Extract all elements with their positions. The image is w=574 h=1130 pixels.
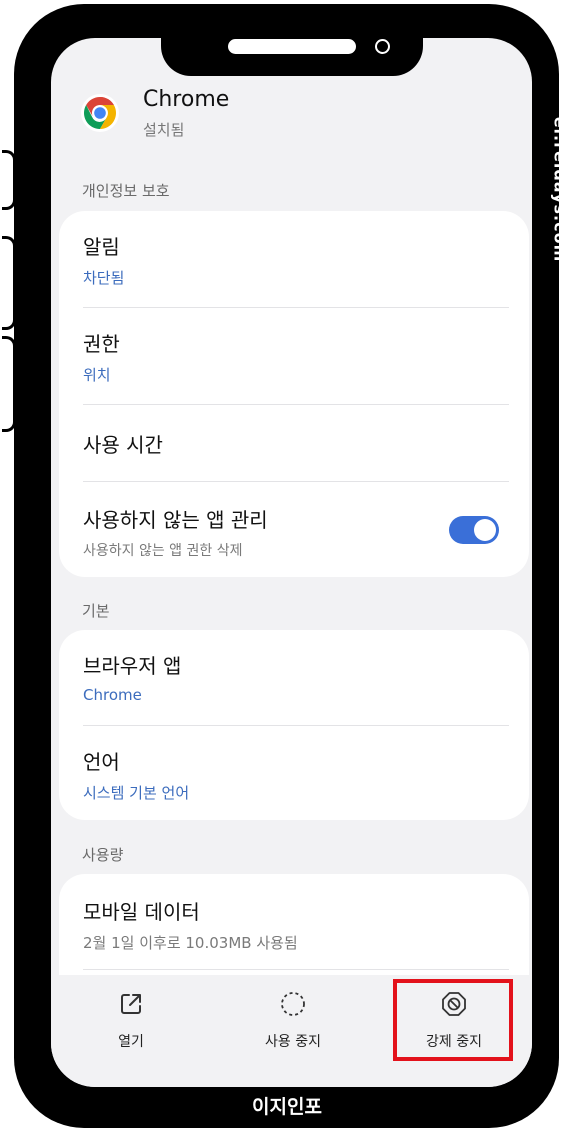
watermark-text: ei.reidays.com: [550, 116, 570, 263]
app-name: Chrome: [143, 87, 230, 112]
section-title-usage: 사용량: [82, 846, 124, 864]
mobile-data-item[interactable]: 모바일 데이터 2월 1일 이후로 10.03MB 사용됨: [83, 896, 505, 953]
language-item[interactable]: 언어 시스템 기본 언어: [83, 746, 505, 803]
disable-button[interactable]: 사용 중지: [233, 975, 353, 1051]
divider: [83, 307, 509, 308]
item-title: 사용 시간: [83, 433, 163, 457]
item-subtitle: 위치: [83, 366, 111, 384]
privacy-card: 알림 차단됨 권한 위치 사용 시간 사용하지 않는 앱 관리 사용하지 않는 …: [59, 211, 529, 577]
highlight-box: [393, 979, 513, 1061]
item-title: 언어: [83, 750, 120, 774]
divider: [83, 481, 509, 482]
item-subtitle: 시스템 기본 언어: [83, 784, 190, 802]
item-subtitle: 사용하지 않는 앱 권한 삭제: [83, 543, 243, 559]
app-info-screen: Chrome 설치됨 개인정보 보호 알림 차단됨 권한 위치 사용 시간 사용…: [51, 38, 532, 1087]
front-camera: [375, 39, 390, 54]
basic-card: 브라우저 앱 Chrome 언어 시스템 기본 언어: [59, 630, 529, 820]
permissions-item[interactable]: 권한 위치: [83, 328, 505, 385]
notifications-item[interactable]: 알림 차단됨: [83, 231, 505, 288]
item-subtitle: Chrome: [83, 686, 142, 704]
item-title: 모바일 데이터: [83, 900, 200, 924]
side-button: [2, 150, 16, 210]
usage-time-item[interactable]: 사용 시간: [83, 429, 505, 458]
section-title-basic: 기본: [82, 602, 110, 620]
brand-label: 이지인포: [252, 1096, 322, 1118]
divider: [83, 725, 509, 726]
unused-apps-toggle[interactable]: [449, 516, 499, 544]
volume-down-button: [2, 336, 16, 432]
app-status: 설치됨: [143, 121, 185, 139]
item-subtitle: 2월 1일 이후로 10.03MB 사용됨: [83, 934, 298, 952]
item-title: 브라우저 앱: [83, 654, 182, 678]
item-title: 알림: [83, 235, 120, 259]
section-title-privacy: 개인정보 보호: [82, 182, 170, 200]
open-button[interactable]: 열기: [71, 975, 191, 1051]
disable-dashed-circle-icon: [281, 992, 305, 1016]
watermark: ei.reidays.com: [551, 117, 570, 320]
disable-label: 사용 중지: [265, 1034, 321, 1050]
divider: [83, 969, 509, 970]
toggle-knob: [474, 519, 496, 541]
item-subtitle: 차단됨: [83, 269, 125, 287]
speaker: [228, 39, 356, 54]
divider: [83, 404, 509, 405]
browser-app-item[interactable]: 브라우저 앱 Chrome: [83, 650, 505, 704]
open-external-icon: [121, 994, 141, 1014]
item-title: 사용하지 않는 앱 관리: [83, 508, 268, 532]
open-label: 열기: [118, 1034, 144, 1050]
volume-up-button: [2, 236, 16, 330]
chrome-logo-icon: [81, 94, 119, 132]
item-title: 권한: [83, 332, 120, 356]
manage-unused-apps-item[interactable]: 사용하지 않는 앱 관리 사용하지 않는 앱 권한 삭제: [83, 504, 429, 560]
